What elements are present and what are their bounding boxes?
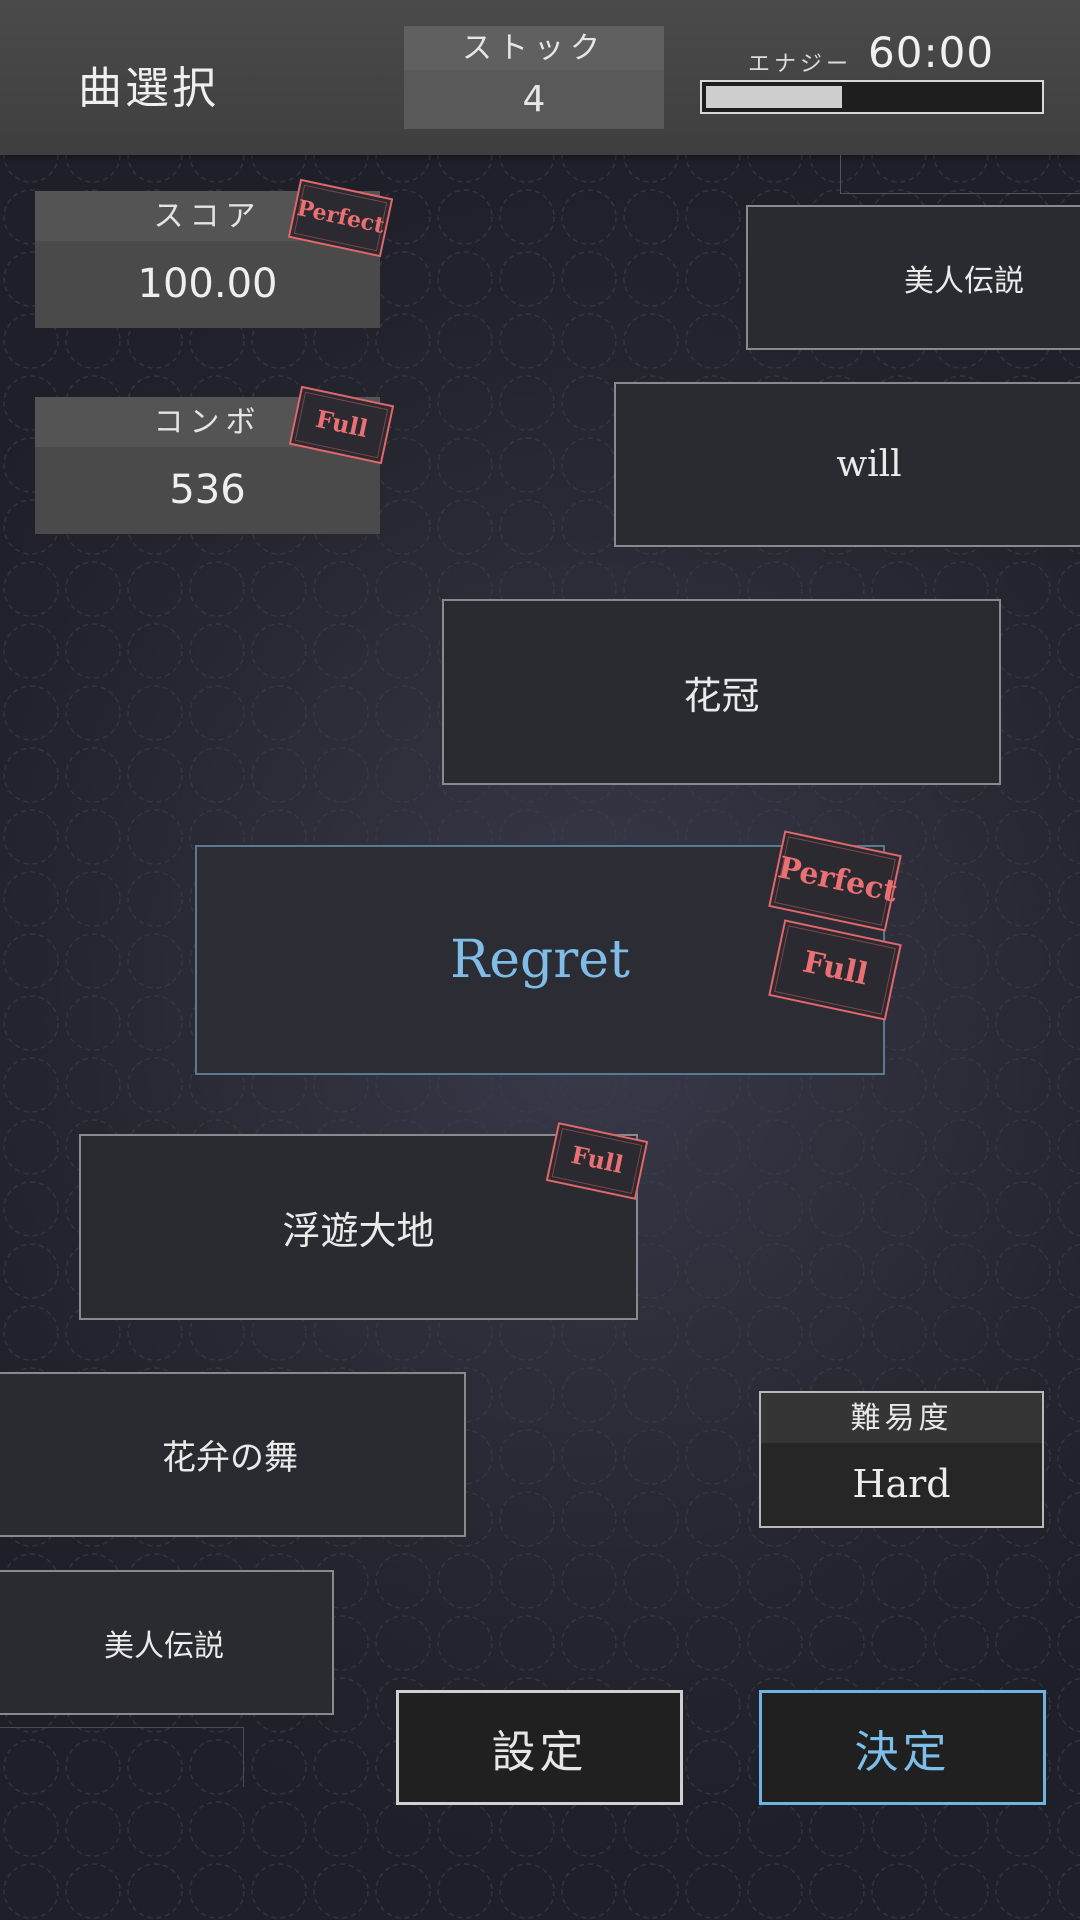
- energy-bar-fill: [706, 86, 842, 108]
- difficulty-label: 難易度: [761, 1393, 1042, 1443]
- settings-button[interactable]: 設定: [396, 1690, 683, 1805]
- song-item[interactable]: will: [614, 382, 1080, 547]
- song-item[interactable]: 花冠: [442, 599, 1001, 785]
- song-title: 花冠: [683, 673, 760, 718]
- song-title: 浮遊大地: [282, 1208, 435, 1253]
- deco-outline: [840, 155, 1080, 194]
- song-title: 美人伝説: [104, 1628, 224, 1664]
- song-title: will: [836, 444, 902, 485]
- song-item[interactable]: 美人伝説: [0, 1570, 334, 1715]
- difficulty-selector[interactable]: 難易度 Hard: [759, 1391, 1044, 1528]
- decide-button[interactable]: 決定: [759, 1690, 1046, 1805]
- score-value: 100.00: [137, 261, 278, 307]
- song-title: 花弁の舞: [162, 1438, 298, 1478]
- song-item[interactable]: 美人伝説: [746, 205, 1080, 350]
- stock-box: ストック 4: [404, 26, 664, 129]
- energy-time: 60:00: [868, 28, 995, 77]
- energy-label: エナジー: [748, 52, 853, 77]
- energy-bar: [700, 80, 1044, 114]
- page-title: 曲選択: [78, 63, 219, 114]
- stock-value: 4: [522, 79, 546, 120]
- song-title: Regret: [450, 930, 630, 990]
- header-bar: 曲選択 ストック 4 エナジー 60:00: [0, 0, 1080, 155]
- difficulty-value: Hard: [852, 1462, 951, 1506]
- stock-label: ストック: [404, 26, 664, 70]
- song-item[interactable]: 花弁の舞: [0, 1372, 466, 1537]
- combo-value: 536: [169, 467, 246, 513]
- song-item-partial[interactable]: [0, 1727, 244, 1787]
- song-title: 美人伝説: [904, 263, 1024, 299]
